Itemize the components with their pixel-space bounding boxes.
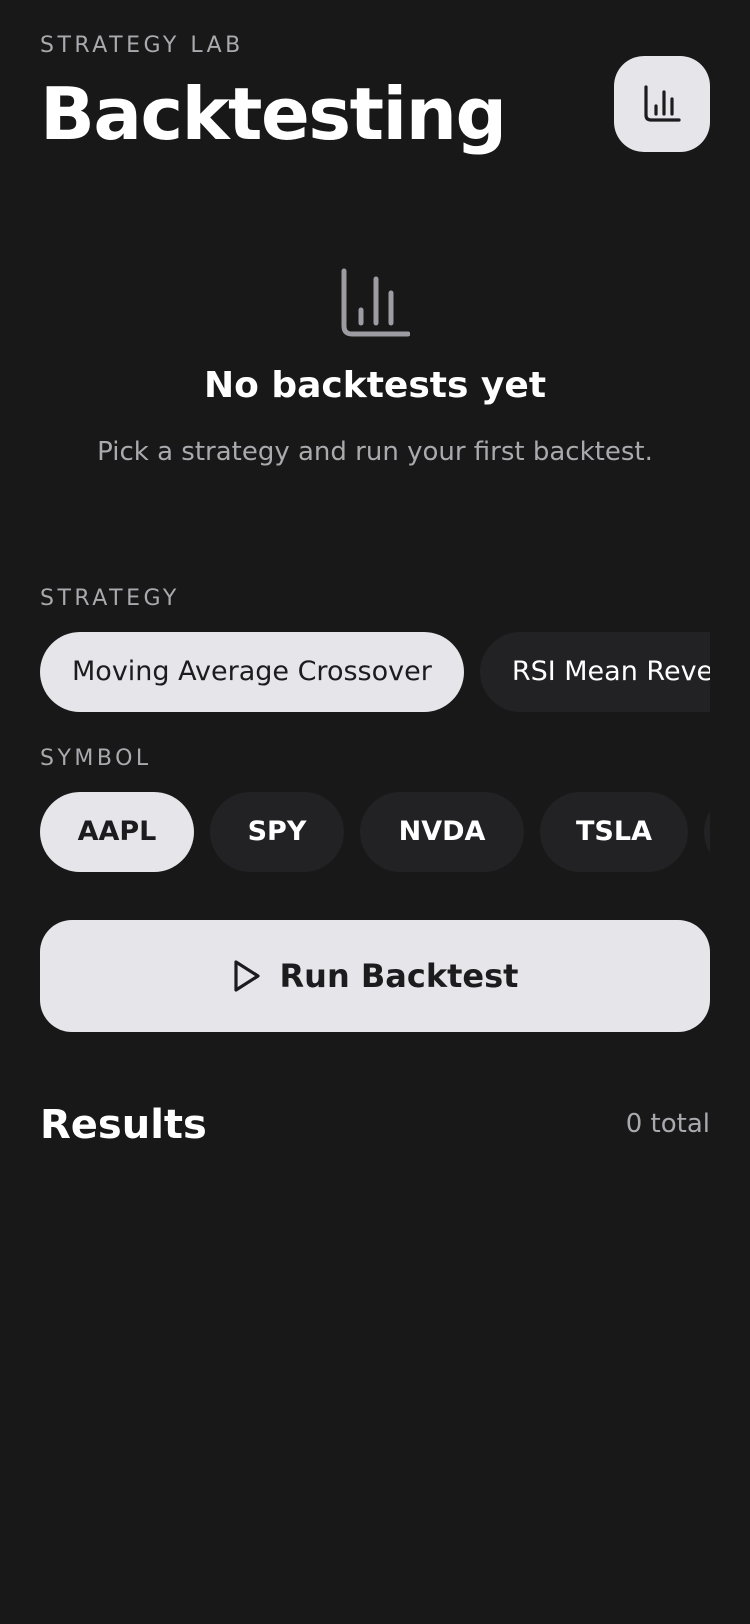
strategy-chip-row[interactable]: Moving Average CrossoverRSI Mean Reversi… [40, 632, 710, 712]
page-eyebrow: STRATEGY LAB [40, 33, 244, 58]
play-icon [233, 960, 260, 992]
run-backtest-label: Run Backtest [279, 957, 519, 995]
symbol-chip-row[interactable]: AAPL SPY NVDA TSLA [40, 792, 710, 872]
symbol-section-label: SYMBOL [40, 746, 152, 771]
page-title: Backtesting [40, 72, 507, 156]
symbol-chip-tsla[interactable]: TSLA [540, 792, 688, 872]
chart-view-button[interactable] [614, 56, 710, 152]
results-count: 0 total [625, 1109, 710, 1139]
bar-chart-icon [644, 85, 681, 122]
bar-chart-icon [341, 268, 410, 337]
symbol-chip-more[interactable] [704, 792, 710, 872]
run-backtest-button[interactable]: Run Backtest [40, 920, 710, 1032]
strategy-chip-rsi-mean-reversion[interactable]: RSI Mean Reversion [479, 632, 710, 712]
results-title: Results [40, 1102, 207, 1148]
symbol-chip-aapl[interactable]: AAPL [40, 792, 194, 872]
empty-state-title: No backtests yet [203, 365, 547, 406]
empty-state-subtitle: Pick a strategy and run your first backt… [97, 437, 653, 467]
strategy-section-label: STRATEGY [40, 586, 180, 611]
symbol-chip-nvda[interactable]: NVDA [360, 792, 524, 872]
strategy-chip-moving-average-crossover[interactable]: Moving Average Crossover [40, 632, 464, 712]
symbol-chip-spy[interactable]: SPY [210, 792, 344, 872]
